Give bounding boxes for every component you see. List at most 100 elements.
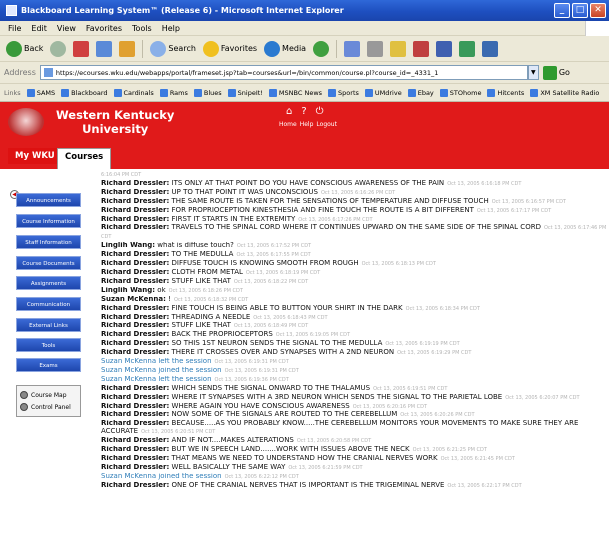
minimize-button[interactable]: _ — [554, 3, 570, 18]
discuss-button[interactable] — [434, 39, 454, 59]
message-timestamp: Oct 13, 2005 6:20:58 PM CDT — [296, 438, 372, 445]
link-label: Rams — [169, 88, 188, 97]
search-button[interactable]: Search — [148, 39, 197, 59]
refresh-icon — [96, 40, 113, 57]
favorites-button[interactable]: Favorites — [201, 39, 259, 59]
nav-course-documents[interactable]: Course Documents — [16, 256, 81, 270]
research-button[interactable] — [480, 39, 500, 59]
toolbar-separator — [142, 39, 144, 58]
message-speaker: Richard Dressler: — [101, 224, 170, 232]
message-text: ! — [168, 295, 171, 303]
home-icon[interactable]: ⌂ — [286, 106, 292, 117]
edit-button[interactable] — [388, 39, 408, 59]
link-rams[interactable]: Rams — [159, 88, 188, 97]
home-link[interactable]: Home — [279, 121, 297, 128]
link-label: SnipeIt! — [237, 88, 263, 97]
media-button[interactable]: Media — [262, 39, 308, 59]
close-button[interactable]: ✕ — [590, 3, 606, 18]
stop-button[interactable] — [71, 39, 91, 59]
refresh-button[interactable] — [94, 39, 114, 59]
link-cardinals[interactable]: Cardinals — [113, 88, 154, 97]
logout-icon[interactable]: ⏻ — [316, 106, 324, 117]
message-text: ITS ONLY AT THAT POINT DO YOU HAVE CONSC… — [171, 179, 445, 187]
message-text: WHICH SENDS THE SIGNAL ONWARD TO THE THA… — [171, 384, 371, 392]
message-text: THERE IT CROSSES OVER AND SYNAPSES WITH … — [171, 349, 395, 357]
home-button[interactable] — [117, 39, 137, 59]
logout-link[interactable]: Logout — [316, 121, 337, 128]
link-label: SAMS — [36, 88, 56, 97]
back-label: Back — [24, 44, 44, 53]
address-dropdown-button[interactable]: ▼ — [527, 65, 539, 80]
chat-message: Richard Dressler: SO THIS 1ST NEURON SEN… — [101, 340, 609, 349]
edit-icon — [390, 40, 407, 57]
chat-message: Richard Dressler: THAT MEANS WE NEED TO … — [101, 455, 609, 464]
link-ebay[interactable]: Ebay — [407, 88, 434, 97]
link-umdrive[interactable]: UMdrive — [364, 88, 402, 97]
history-button[interactable] — [311, 39, 331, 59]
link-msnbc[interactable]: MSNBC News — [268, 88, 322, 97]
help-link[interactable]: Help — [300, 121, 314, 128]
link-icon — [26, 88, 35, 97]
forward-button[interactable] — [48, 39, 68, 59]
message-timestamp: Oct 13, 2005 6:21:45 PM CDT — [440, 456, 515, 462]
message-timestamp: Oct 13, 2005 6:18:32 PM CDT — [173, 296, 249, 303]
message-text: joined the session — [158, 366, 222, 374]
message-timestamp: Oct 13, 2005 6:17:17 PM CDT — [476, 207, 552, 214]
message-text: SO THIS 1ST NEURON SENDS THE SIGNAL TO T… — [171, 340, 383, 348]
message-text: BUT WE IN SPEECH LAND.......WORK WITH IS… — [171, 446, 410, 454]
chat-transcript: 6:16:04 PM CDT Richard Dressler: ITS ONL… — [101, 171, 609, 549]
message-timestamp: Oct 13, 2005 6:19:19 PM CDT — [385, 341, 460, 348]
course-map-link[interactable]: Course Map — [20, 389, 77, 401]
nav-tools[interactable]: Tools — [16, 338, 81, 352]
message-text: TO THE MEDULLA — [171, 251, 234, 259]
message-text: CLOTH FROM METAL — [171, 268, 243, 276]
word-button[interactable] — [411, 39, 431, 59]
message-text: FOR PROPRIOCEPTION KINESTHESIA AND FINE … — [171, 206, 474, 214]
link-snipeit[interactable]: SnipeIt! — [227, 88, 263, 97]
message-text: WHERE AGAIN YOU HAVE CONSCIOUS AWARENESS — [171, 402, 350, 410]
link-hitcents[interactable]: Hitcents — [487, 88, 524, 97]
address-input[interactable]: https://ecourses.wku.edu/webapps/portal/… — [39, 65, 528, 80]
message-text: left the session — [158, 358, 212, 366]
link-blackboard[interactable]: Blackboard — [61, 88, 108, 97]
go-button[interactable]: Go — [542, 65, 570, 80]
nav-announcements[interactable]: Announcements — [16, 193, 81, 207]
nav-exams[interactable]: Exams — [16, 358, 81, 372]
link-sams[interactable]: SAMS — [26, 88, 56, 97]
menu-favorites[interactable]: Favorites — [86, 24, 122, 33]
menu-view[interactable]: View — [57, 24, 76, 33]
menu-tools[interactable]: Tools — [132, 24, 152, 33]
message-speaker: Suzan McKenna — [101, 366, 157, 374]
menu-file[interactable]: File — [8, 24, 21, 33]
chat-first-timestamp: 6:16:04 PM CDT — [101, 171, 609, 180]
nav-communication[interactable]: Communication — [16, 297, 81, 311]
nav-external-links[interactable]: External Links — [16, 318, 81, 332]
nav-course-information[interactable]: Course Information — [16, 214, 81, 228]
menu-edit[interactable]: Edit — [31, 24, 47, 33]
message-speaker: Suzan McKenna — [101, 375, 157, 383]
control-panel-link[interactable]: Control Panel — [20, 401, 77, 413]
nav-staff-information[interactable]: Staff Information — [16, 235, 81, 249]
print-button[interactable] — [365, 39, 385, 59]
link-icon — [113, 88, 122, 97]
messenger-button[interactable] — [457, 39, 477, 59]
link-sports[interactable]: Sports — [328, 88, 359, 97]
mail-button[interactable] — [342, 39, 362, 59]
tab-my-wku[interactable]: My WKU — [8, 148, 62, 164]
nav-assignments[interactable]: Assignments — [16, 276, 81, 290]
link-icon — [268, 88, 277, 97]
chat-message: Suzan McKenna left the session Oct 13, 20… — [101, 358, 609, 367]
message-text: THE SAME ROUTE IS TAKEN FOR THE SENSATIO… — [171, 197, 489, 205]
link-blues[interactable]: Blues — [193, 88, 222, 97]
chat-message: Richard Dressler: NOW SOME OF THE SIGNAL… — [101, 411, 609, 420]
help-icon[interactable]: ? — [301, 106, 306, 117]
maximize-button[interactable]: □ — [572, 3, 588, 18]
menu-help[interactable]: Help — [162, 24, 180, 33]
university-name: Western Kentucky University — [56, 108, 174, 136]
link-stohome[interactable]: STOhome — [439, 88, 481, 97]
link-xm-radio[interactable]: XM Satellite Radio — [530, 88, 599, 97]
tab-courses[interactable]: Courses — [57, 148, 112, 169]
link-icon — [328, 88, 337, 97]
control-panel-icon — [20, 403, 28, 411]
back-button[interactable]: Back — [4, 39, 45, 59]
